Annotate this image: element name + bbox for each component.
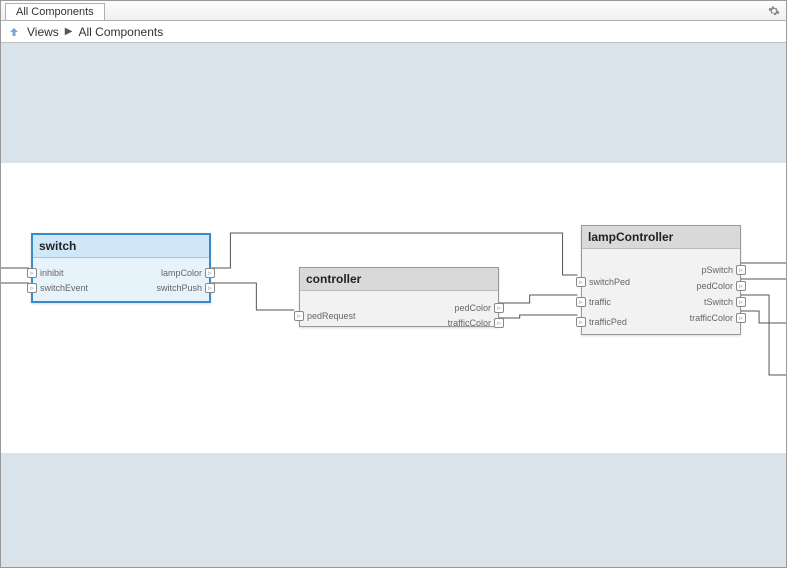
port-label: switchPed xyxy=(589,277,630,287)
port-label: pedRequest xyxy=(307,311,356,321)
port-in-traffic[interactable]: traffic xyxy=(576,297,611,307)
port-in-switchEvent[interactable]: switchEvent xyxy=(27,283,88,293)
port-label: lampColor xyxy=(161,268,202,278)
port-out-switchPush[interactable]: switchPush xyxy=(156,283,215,293)
diagram-canvas-wrap: switch inhibit switchEvent lampColor swi… xyxy=(1,43,786,567)
port-label: switchEvent xyxy=(40,283,88,293)
port-label: trafficColor xyxy=(690,313,733,323)
node-title: controller xyxy=(300,268,498,291)
port-out-trafficColor[interactable]: trafficColor xyxy=(690,313,746,323)
node-switch[interactable]: switch inhibit switchEvent lampColor swi… xyxy=(31,233,211,303)
tab-all-components[interactable]: All Components xyxy=(5,3,105,20)
gear-icon[interactable] xyxy=(766,3,782,19)
chevron-right-icon: ▶ xyxy=(65,26,73,37)
port-in-trafficPed[interactable]: trafficPed xyxy=(576,317,627,327)
port-out-lampColor[interactable]: lampColor xyxy=(161,268,215,278)
port-label: inhibit xyxy=(40,268,64,278)
node-title: switch xyxy=(33,235,209,258)
node-controller[interactable]: controller pedRequest pedColor trafficCo… xyxy=(299,267,499,327)
breadcrumb: Views ▶ All Components xyxy=(1,21,786,43)
port-out-tSwitch[interactable]: tSwitch xyxy=(704,297,746,307)
port-in-inhibit[interactable]: inhibit xyxy=(27,268,64,278)
breadcrumb-root[interactable]: Views xyxy=(27,25,59,39)
tab-bar: All Components xyxy=(1,1,786,21)
port-in-switchPed[interactable]: switchPed xyxy=(576,277,630,287)
port-label: switchPush xyxy=(156,283,202,293)
port-label: trafficPed xyxy=(589,317,627,327)
diagram-canvas[interactable]: switch inhibit switchEvent lampColor swi… xyxy=(1,163,786,453)
port-out-pedColor[interactable]: pedColor xyxy=(454,303,504,313)
port-label: pedColor xyxy=(454,303,491,313)
node-lampController[interactable]: lampController switchPed traffic traffic… xyxy=(581,225,741,335)
port-out-pSwitch[interactable]: pSwitch xyxy=(701,265,746,275)
port-out-trafficColor[interactable]: trafficColor xyxy=(448,318,504,328)
up-arrow-icon[interactable] xyxy=(7,25,21,39)
port-in-pedRequest[interactable]: pedRequest xyxy=(294,311,356,321)
port-label: pSwitch xyxy=(701,265,733,275)
breadcrumb-current[interactable]: All Components xyxy=(79,25,164,39)
port-label: trafficColor xyxy=(448,318,491,328)
port-label: tSwitch xyxy=(704,297,733,307)
node-title: lampController xyxy=(582,226,740,249)
port-label: traffic xyxy=(589,297,611,307)
port-label: pedColor xyxy=(696,281,733,291)
tab-label: All Components xyxy=(16,6,94,18)
port-out-pedColor[interactable]: pedColor xyxy=(696,281,746,291)
